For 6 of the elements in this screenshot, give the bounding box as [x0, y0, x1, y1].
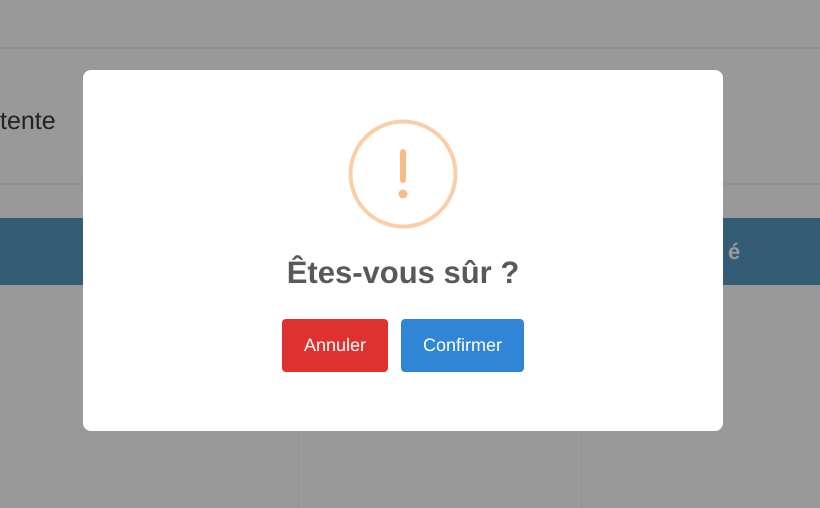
dialog-title: Êtes-vous sûr ? [286, 255, 520, 291]
cancel-button[interactable]: Annuler [282, 319, 388, 372]
confirm-button[interactable]: Confirmer [401, 319, 524, 372]
warning-icon [348, 119, 458, 229]
heading-text: tente [0, 106, 56, 136]
column-header: é [727, 238, 742, 264]
